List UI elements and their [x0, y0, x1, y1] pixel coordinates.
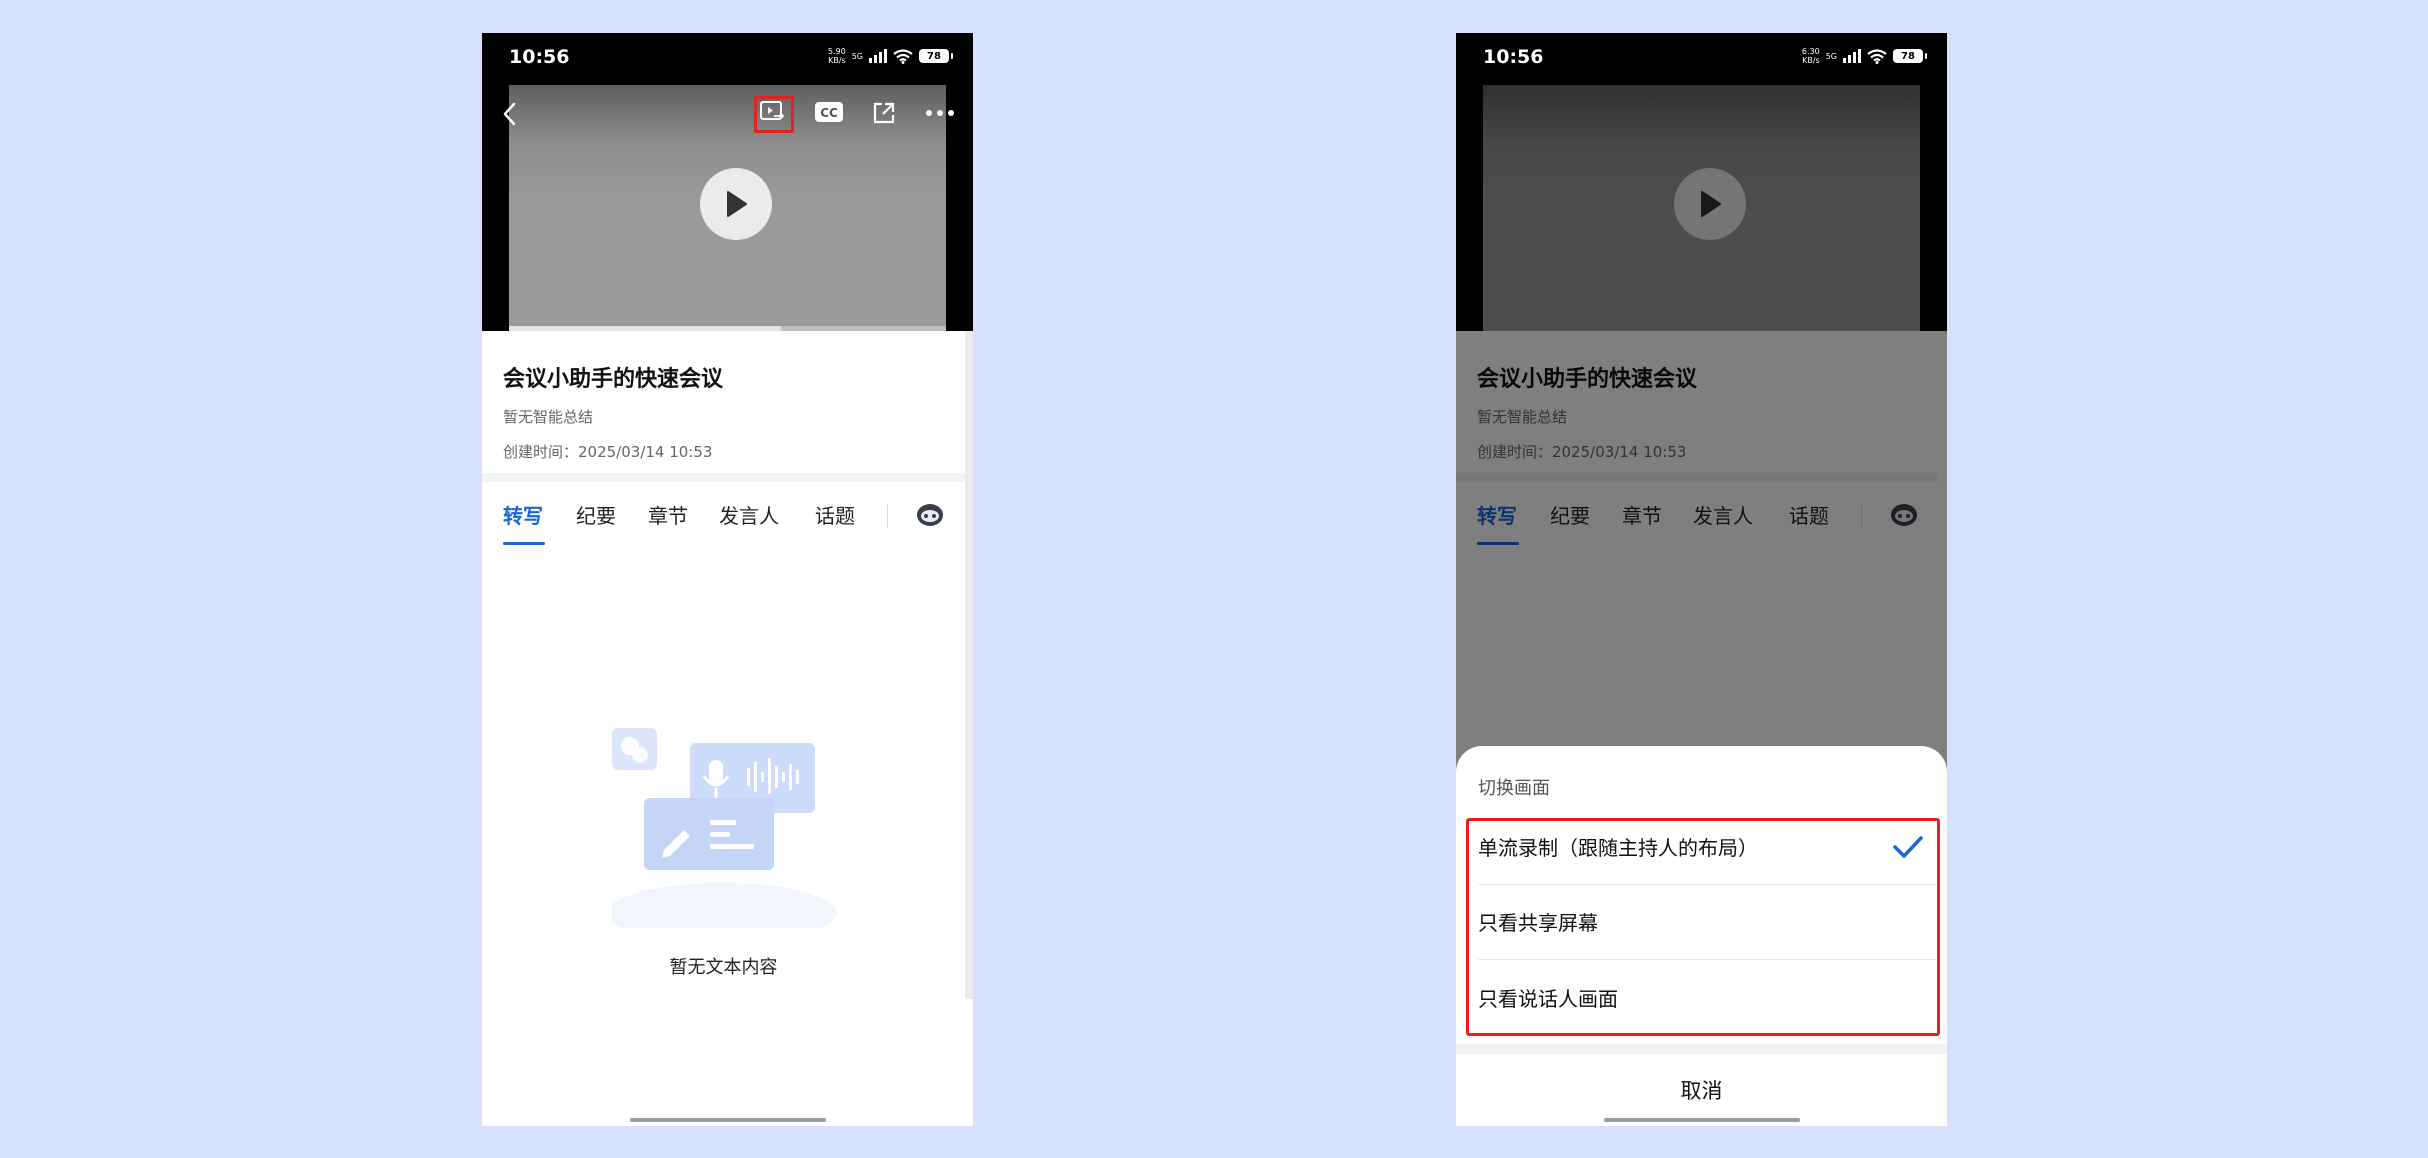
video-player[interactable]: CC: [482, 85, 973, 331]
network-speed-value: 5.90: [827, 47, 846, 56]
cancel-button[interactable]: 取消: [1456, 1054, 1947, 1126]
back-icon[interactable]: [502, 101, 518, 127]
status-icons: 6.30 KB/s 5G 78: [1802, 47, 1927, 65]
tab-divider: [887, 504, 888, 528]
switch-view-highlight: [754, 96, 794, 133]
sheet-title: 切换画面: [1478, 778, 1550, 799]
network-speed-unit: KB/s: [1802, 56, 1820, 65]
option-speaker-view[interactable]: 只看说话人画面: [1478, 983, 1618, 1012]
tab-minutes[interactable]: 纪要: [576, 500, 616, 529]
status-time: 10:56: [509, 46, 570, 68]
battery-indicator: 78: [919, 49, 953, 63]
option-single-stream[interactable]: 单流录制（跟随主持人的布局）: [1478, 832, 1758, 861]
section-divider: [482, 473, 965, 482]
check-icon: [1893, 836, 1923, 858]
content-tabs: 转写 纪要 章节 发言人 话题: [482, 500, 973, 540]
option-shared-screen[interactable]: 只看共享屏幕: [1478, 907, 1598, 936]
status-bar: 10:56 6.30 KB/s 5G 78: [1456, 33, 1947, 85]
signal-icon: [1843, 49, 1861, 63]
empty-illustration: [612, 728, 837, 928]
more-icon[interactable]: [925, 109, 955, 117]
created-time: 创建时间：2025/03/14 10:53: [503, 443, 713, 461]
share-icon[interactable]: [871, 100, 897, 126]
tab-chapters[interactable]: 章节: [648, 500, 688, 529]
battery-indicator: 78: [1893, 49, 1927, 63]
cc-icon[interactable]: CC: [814, 101, 844, 123]
network-speed-unit: KB/s: [828, 56, 846, 65]
ai-assistant-icon[interactable]: [915, 501, 945, 529]
tab-topics[interactable]: 话题: [815, 500, 855, 529]
tab-transcript[interactable]: 转写: [503, 500, 543, 529]
meeting-title: 会议小助手的快速会议: [503, 367, 724, 392]
network-speed-value: 6.30: [1801, 47, 1820, 56]
sheet-gap: [1456, 1044, 1947, 1054]
video-progress-bar[interactable]: [509, 326, 946, 331]
wifi-icon: [1867, 48, 1887, 64]
option-divider: [1478, 884, 1935, 885]
phone-screen-right: 10:56 6.30 KB/s 5G 78 会议小助手的快速会议 暂无智能总: [1456, 33, 1947, 1126]
tab-speakers[interactable]: 发言人: [719, 500, 779, 529]
status-time: 10:56: [1483, 46, 1544, 68]
signal-icon: [869, 49, 887, 63]
scrollbar[interactable]: [965, 331, 973, 999]
summary-status: 暂无智能总结: [503, 408, 594, 426]
home-indicator[interactable]: [630, 1118, 826, 1122]
network-type: 5G: [1825, 51, 1837, 61]
play-icon: [727, 191, 747, 217]
active-tab-indicator: [503, 542, 545, 545]
play-button[interactable]: [700, 168, 772, 240]
svg-text:CC: CC: [820, 106, 838, 120]
wifi-icon: [893, 48, 913, 64]
empty-state-text: 暂无文本内容: [669, 957, 778, 978]
home-indicator[interactable]: [1604, 1118, 1800, 1122]
phone-screen-left: 10:56 5.90 KB/s 5G 78 CC 会议小助手的快速会议 暂无智能…: [482, 33, 973, 1126]
network-speed: 5.90 KB/s: [828, 47, 846, 65]
status-bar: 10:56 5.90 KB/s 5G 78: [482, 33, 973, 85]
network-type: 5G: [851, 51, 863, 61]
network-speed: 6.30 KB/s: [1802, 47, 1820, 65]
option-divider: [1478, 959, 1935, 960]
switch-view-sheet: 切换画面 单流录制（跟随主持人的布局） 只看共享屏幕 只看说话人画面 取消: [1456, 746, 1947, 1126]
status-icons: 5.90 KB/s 5G 78: [828, 47, 953, 65]
